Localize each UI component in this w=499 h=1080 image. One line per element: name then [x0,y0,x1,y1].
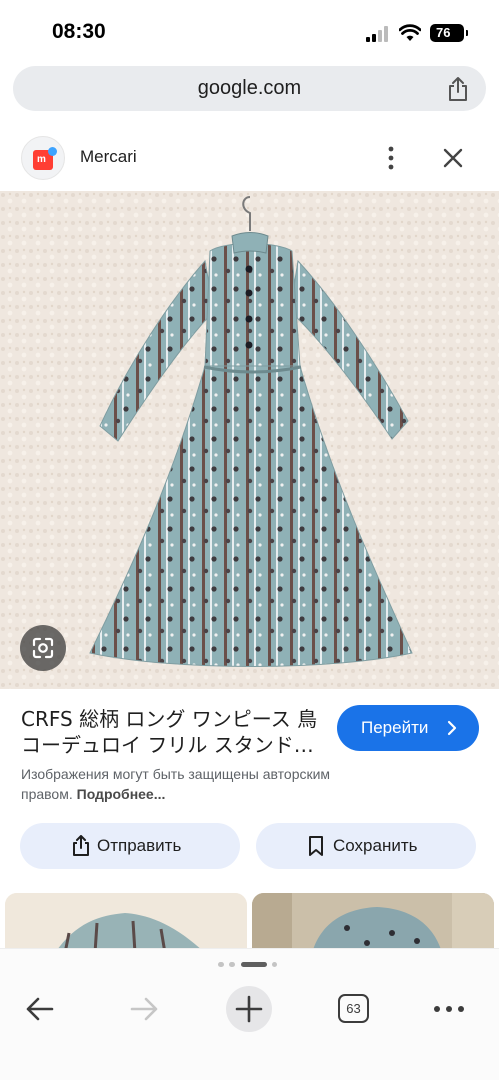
wifi-icon [399,24,421,41]
more-horizontal-icon[interactable] [432,990,466,1028]
back-arrow-icon[interactable] [24,990,56,1028]
status-bar: 08:30 76 [0,0,499,62]
logo-letter: m [37,154,46,165]
page-indicator [0,961,499,969]
close-icon[interactable] [440,145,466,171]
tabs-button[interactable]: 63 [338,994,369,1023]
new-tab-button[interactable] [226,986,272,1032]
copyright-note: Изображения могут быть защищены авторски… [21,764,381,804]
site-name[interactable]: Mercari [80,147,137,167]
more-vertical-icon[interactable] [381,145,401,171]
result-title[interactable]: CRFS 総柄 ロング ワンピース 鳥 コーデュロイ フリル スタンド… [21,706,321,758]
related-image-2[interactable] [252,893,494,953]
forward-arrow-icon[interactable] [128,990,160,1028]
url-text[interactable]: google.com [13,77,486,100]
save-button[interactable]: Сохранить [256,823,476,869]
lens-button[interactable] [20,625,66,671]
cellular-signal-icon [366,26,392,42]
copyright-text: Изображения могут быть защищены авторски… [21,766,331,802]
product-image[interactable] [0,191,499,689]
site-header: m Mercari [0,128,499,190]
related-dress-photo [252,893,494,953]
dress-photo [0,191,499,689]
status-time: 08:30 [52,20,106,43]
mercari-logo: m [21,136,65,180]
bookmark-icon [309,836,323,856]
related-image-1[interactable] [5,893,247,953]
plus-icon [235,995,263,1023]
share-icon [73,835,89,856]
share-icon[interactable] [446,76,470,102]
visit-button[interactable]: Перейти [337,705,479,751]
address-bar[interactable]: google.com [13,66,486,111]
save-label: Сохранить [333,836,418,855]
send-label: Отправить [97,836,182,855]
visit-label: Перейти [361,718,429,737]
chevron-right-icon [447,720,457,736]
bottom-toolbar: 63 [0,948,499,1080]
related-dress-photo [5,893,247,953]
battery-indicator: 76 [430,24,468,42]
lens-icon [32,637,54,659]
more-info-link[interactable]: Подробнее... [77,786,166,802]
send-button[interactable]: Отправить [20,823,240,869]
